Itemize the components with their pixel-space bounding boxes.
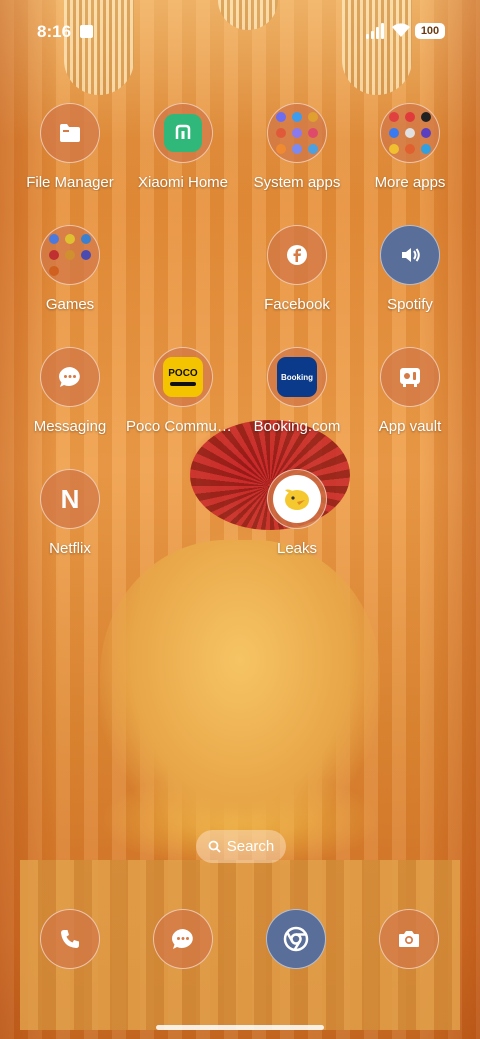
dock-phone-button[interactable] bbox=[40, 909, 100, 969]
poco-logo-text: POCO bbox=[168, 368, 198, 379]
xiaomi-home-icon bbox=[153, 103, 213, 163]
app-label: System apps bbox=[253, 174, 341, 191]
wifi-icon bbox=[392, 23, 410, 37]
spotify-icon bbox=[380, 225, 440, 285]
app-vault-icon bbox=[380, 347, 440, 407]
app-label: File Manager bbox=[26, 174, 114, 191]
signal-icon bbox=[366, 23, 386, 39]
app-label: Poco Communi... bbox=[126, 418, 240, 435]
phone-icon bbox=[61, 930, 79, 948]
dock-camera-button[interactable] bbox=[379, 909, 439, 969]
app-label: Netflix bbox=[49, 540, 91, 557]
poco-community-icon: POCO bbox=[153, 347, 213, 407]
app-label: Games bbox=[45, 296, 95, 313]
status-time: 8:16 bbox=[37, 22, 72, 41]
folder-system-apps[interactable]: System apps bbox=[240, 103, 354, 213]
app-leaks[interactable]: Leaks bbox=[240, 469, 354, 579]
netflix-logo-text: N bbox=[60, 483, 80, 514]
app-label: Messaging bbox=[33, 418, 107, 435]
search-label: Search bbox=[226, 838, 275, 855]
app-vault[interactable]: App vault bbox=[353, 347, 467, 457]
folder-games[interactable]: Games bbox=[13, 225, 127, 335]
netflix-icon: N bbox=[40, 469, 100, 529]
dock-chrome-button[interactable] bbox=[266, 909, 326, 969]
app-label: Spotify bbox=[387, 296, 433, 313]
app-booking[interactable]: Booking Booking.com bbox=[240, 347, 354, 457]
games-folder-icon bbox=[40, 225, 100, 285]
app-label: App vault bbox=[378, 418, 442, 435]
messaging-icon bbox=[40, 347, 100, 407]
app-netflix[interactable]: N Netflix bbox=[13, 469, 127, 579]
leaks-icon bbox=[267, 469, 327, 529]
messaging-icon bbox=[172, 929, 193, 949]
battery-icon: 100 bbox=[415, 23, 445, 39]
app-label: More apps bbox=[374, 174, 446, 191]
app-file-manager[interactable]: File Manager bbox=[13, 103, 127, 213]
camera-icon bbox=[399, 931, 419, 947]
app-label: Leaks bbox=[276, 540, 318, 557]
app-poco-community[interactable]: POCO Poco Communi... bbox=[126, 347, 240, 457]
app-messaging[interactable]: Messaging bbox=[13, 347, 127, 457]
folder-icon bbox=[40, 103, 100, 163]
booking-icon: Booking bbox=[267, 347, 327, 407]
more-apps-folder-icon bbox=[380, 103, 440, 163]
search-button[interactable]: Search bbox=[196, 830, 286, 863]
app-label: Booking.com bbox=[253, 418, 341, 435]
facebook-icon bbox=[267, 225, 327, 285]
home-indicator[interactable] bbox=[156, 1025, 324, 1030]
notification-icon bbox=[80, 25, 93, 38]
booking-logo-text: Booking bbox=[281, 372, 313, 382]
search-icon bbox=[208, 840, 221, 853]
wallpaper-idol bbox=[100, 540, 380, 840]
dock-messaging-button[interactable] bbox=[153, 909, 213, 969]
app-label: Facebook bbox=[264, 296, 330, 313]
app-spotify[interactable]: Spotify bbox=[353, 225, 467, 335]
folder-more-apps[interactable]: More apps bbox=[353, 103, 467, 213]
app-facebook[interactable]: Facebook bbox=[240, 225, 354, 335]
status-bar: 8:16 100 bbox=[0, 0, 480, 64]
app-xiaomi-home[interactable]: Xiaomi Home bbox=[126, 103, 240, 213]
chrome-icon bbox=[283, 926, 309, 952]
app-label: Xiaomi Home bbox=[137, 174, 229, 191]
system-apps-folder-icon bbox=[267, 103, 327, 163]
